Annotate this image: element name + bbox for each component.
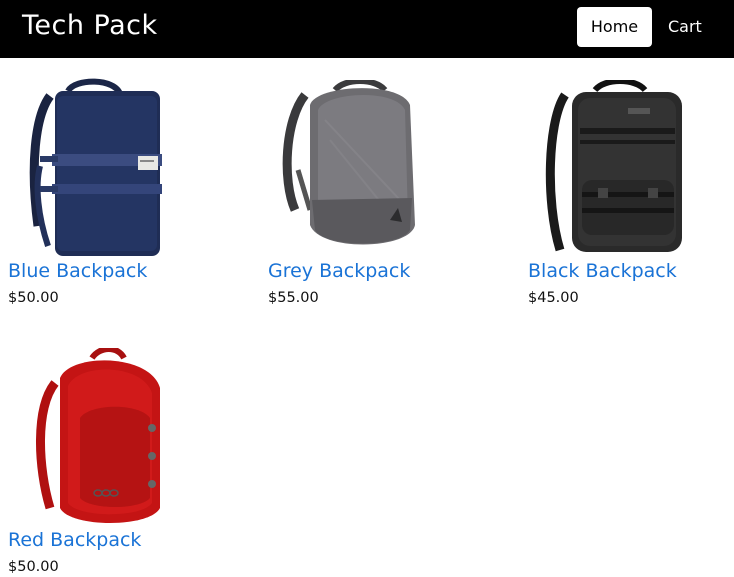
product-card: Red Backpack $50.00 <box>0 328 220 575</box>
product-card: Blue Backpack $50.00 <box>0 58 220 318</box>
nav-cart-link[interactable]: Cart <box>668 7 702 47</box>
product-card: Grey Backpack $55.00 <box>260 58 480 318</box>
black-backpack-image[interactable] <box>520 80 734 280</box>
red-backpack-image[interactable] <box>0 348 220 548</box>
product-price: $55.00 <box>268 290 319 306</box>
product-name-link[interactable]: Grey Backpack <box>268 259 410 283</box>
product-name-link[interactable]: Black Backpack <box>528 259 677 283</box>
blue-backpack-image[interactable] <box>0 76 220 276</box>
product-price: $45.00 <box>528 290 579 306</box>
product-name-link[interactable]: Blue Backpack <box>8 259 147 283</box>
grey-backpack-image[interactable] <box>260 80 480 280</box>
product-card: Black Backpack $45.00 <box>520 58 734 318</box>
product-price: $50.00 <box>8 290 59 306</box>
brand-logo[interactable]: Tech Pack <box>22 8 158 44</box>
product-price: $50.00 <box>8 559 59 575</box>
nav-home-link[interactable]: Home <box>577 7 652 47</box>
navbar: Tech Pack Home Cart <box>0 0 734 58</box>
product-name-link[interactable]: Red Backpack <box>8 528 141 552</box>
